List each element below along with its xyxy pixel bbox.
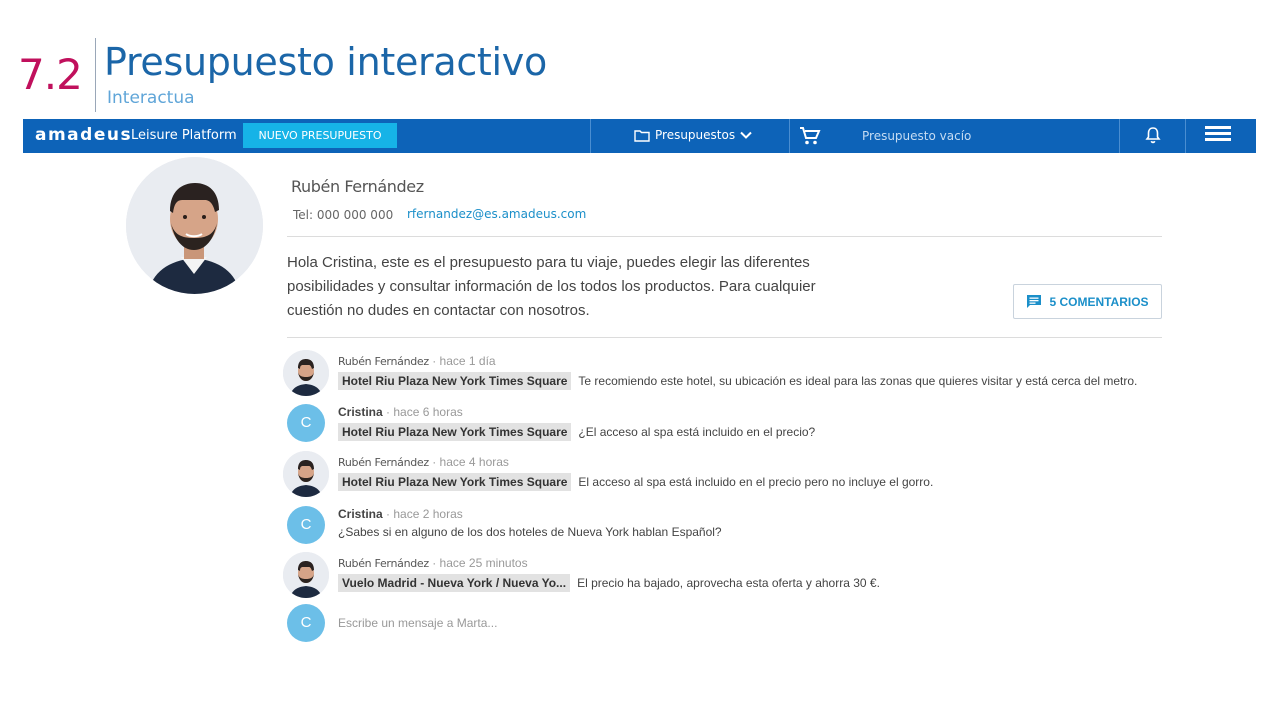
product-tag[interactable]: Hotel Riu Plaza New York Times Square (338, 473, 572, 491)
product-tag[interactable]: Hotel Riu Plaza New York Times Square (338, 423, 572, 441)
comment-author: Rubén Fernández (338, 355, 429, 368)
comment-author: Rubén Fernández (338, 456, 429, 469)
comment-time: · hace 25 minutos (432, 556, 528, 570)
intro-message: Hola Cristina, este es el presupuesto pa… (287, 254, 816, 319)
slide-title: Presupuesto interactivo (104, 40, 547, 84)
budgets-dropdown[interactable]: Presupuestos (634, 128, 752, 142)
chevron-down-icon (740, 131, 752, 139)
slide-subtitle: Interactua (107, 88, 195, 108)
platform-name: Leisure Platform (131, 128, 237, 143)
amadeus-logo[interactable]: amadeus (35, 125, 132, 145)
comment-text: ¿Sabes si en alguno de los dos hoteles d… (338, 525, 722, 539)
comment-time: · hace 6 horas (386, 405, 463, 419)
hamburger-menu-icon[interactable] (1205, 126, 1231, 147)
agent-avatar-small (283, 350, 329, 396)
comment-time: · hace 4 horas (432, 455, 509, 469)
product-tag[interactable]: Hotel Riu Plaza New York Times Square (338, 372, 572, 390)
comments-button[interactable]: 5 COMENTARIOS (1013, 284, 1162, 319)
nav-divider (1119, 119, 1120, 153)
divider (287, 337, 1162, 338)
new-budget-button[interactable]: NUEVO PRESUPUESTO (243, 123, 397, 148)
agent-avatar-small (283, 451, 329, 497)
message-input[interactable]: Escribe un mensaje a Marta... (338, 616, 497, 630)
client-avatar: C (287, 404, 325, 442)
app-navbar: amadeus Leisure Platform NUEVO PRESUPUES… (23, 119, 1256, 153)
folder-icon (634, 129, 650, 142)
comment-text: El precio ha bajado, aprovecha esta ofer… (577, 576, 880, 590)
comment-text: ¿El acceso al spa está incluido en el pr… (578, 425, 816, 439)
comment-time: · hace 2 horas (386, 507, 463, 521)
comment-author: Cristina (338, 507, 383, 521)
client-avatar: C (287, 604, 325, 642)
bell-icon[interactable] (1145, 126, 1161, 149)
agent-avatar-small (283, 552, 329, 598)
divider (287, 236, 1162, 237)
agent-email-link[interactable]: rfernandez@es.amadeus.com (407, 207, 586, 221)
nav-divider (590, 119, 591, 153)
comment-time: · hace 1 día (432, 354, 496, 368)
comment-icon (1027, 295, 1042, 308)
comment-text: Te recomiendo este hotel, su ubicación e… (578, 374, 1138, 388)
budgets-label: Presupuestos (655, 128, 736, 142)
client-avatar: C (287, 506, 325, 544)
agent-avatar (126, 157, 263, 294)
comment-text: El acceso al spa está incluido en el pre… (578, 475, 934, 489)
nav-divider (1185, 119, 1186, 153)
agent-phone: Tel: 000 000 000 (293, 208, 394, 222)
cart-icon[interactable] (799, 126, 821, 151)
comments-button-label: 5 COMENTARIOS (1049, 294, 1149, 309)
slide-title-divider (95, 38, 96, 112)
agent-name: Rubén Fernández (291, 177, 424, 196)
slide-number: 7.2 (18, 50, 83, 99)
comment-author: Rubén Fernández (338, 557, 429, 570)
nav-divider (789, 119, 790, 153)
product-tag[interactable]: Vuelo Madrid - Nueva York / Nueva Yo... (338, 574, 571, 592)
comment-author: Cristina (338, 405, 383, 419)
cart-status: Presupuesto vacío (862, 129, 972, 143)
